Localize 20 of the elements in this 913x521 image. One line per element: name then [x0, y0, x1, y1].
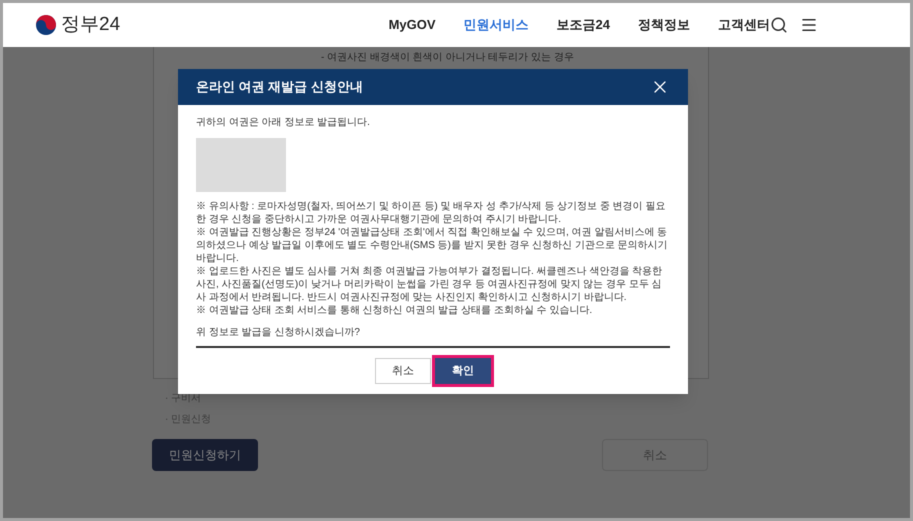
- notice-text: ※ 여권발급 상태 조회 서비스를 통해 신청하신 여권의 발급 상태를 조회하실 수 있습니다.: [196, 304, 594, 317]
- notice-text: ※ 여권발급 진행상황은 정부24 '여권발급상태 조회'에서 직접 확인해보실 수 있으며, 여권 알림서비스에 동의하셨으나 예상 발급일 이후에도 별도 수령안내(SMS 등)를 받지 못한 경우 신청하신 기관으로 문의하시기 바랍니다.: [196, 226, 669, 265]
- logo-text[interactable]: 정부24: [61, 10, 120, 40]
- cancel-button[interactable]: 취소: [375, 358, 431, 384]
- menu-icon[interactable]: [800, 16, 818, 34]
- nav-link[interactable]: 민원서비스: [464, 15, 529, 35]
- taegeuk-logo-icon: [35, 14, 57, 36]
- apply-button[interactable]: 민원신청하기: [152, 439, 258, 471]
- nav-link[interactable]: 고객센터: [718, 15, 770, 35]
- intro-text: 귀하의 여권은 아래 정보로 발급됩니다.: [196, 116, 371, 130]
- search-icon[interactable]: [770, 16, 788, 34]
- nav-link[interactable]: 정책정보: [638, 15, 690, 35]
- notice-text: ※ 유의사항 : 로마자성명(철자, 띄어쓰기 및 하이픈 등) 및 배우자 성 추가/삭제 등 상기정보 중 변경이 필요한 경우 신청을 중단하시고 가까운 여권사무대행기관에 문의하여 주시기 바랍니다.: [196, 200, 666, 226]
- question-text: 위 정보로 발급을 신청하시겠습니까?: [196, 326, 361, 340]
- nav-link[interactable]: 보조금24: [556, 15, 610, 35]
- dialog-title: 온라인 여권 재발급 신청안내: [196, 78, 363, 96]
- nav-link[interactable]: MyGOV: [388, 15, 436, 35]
- dimmed-text: - 여권사진 배경색이 흰색이 아니거나 테두리가 있는 경우: [321, 51, 574, 65]
- notice-text: ※ 업로드한 사진은 별도 심사를 거쳐 최종 여권발급 가능여부가 결정됩니다. 써클렌즈나 색안경을 착용한 사진, 사진품질(선명도)이 낮거나 머리카락이 눈썹을 가린 경우 등 여권사진규정에 맞지 않는 경우 모두 심사 과정에서 반려됩니다. 반드시 여권사진규정에 맞는 사진인지 확인하시고 신청하시기 바랍니다.: [196, 265, 664, 304]
- confirm-button[interactable]: 확인: [435, 358, 491, 384]
